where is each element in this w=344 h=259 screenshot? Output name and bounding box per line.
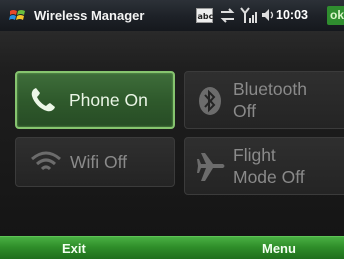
bluetooth-label: Bluetooth Off [233,79,307,121]
flight-mode-toggle-tile[interactable]: Flight Mode Off [184,137,344,195]
volume-icon[interactable] [261,8,275,22]
title-bar: Wireless Manager abc 10:03 ok [0,0,344,31]
svg-text:abc: abc [198,12,214,21]
exit-softkey[interactable]: Exit [62,241,86,256]
menu-softkey[interactable]: Menu [262,241,296,256]
phone-toggle-tile[interactable]: Phone On [15,71,175,129]
softkey-bar: Exit Menu [0,236,344,259]
clock[interactable]: 10:03 [276,8,308,22]
wifi-icon [31,151,61,171]
wifi-toggle-tile[interactable]: Wifi Off [15,137,175,187]
window-title: Wireless Manager [34,8,145,23]
flight-mode-label: Flight Mode Off [233,145,305,187]
data-connection-icon[interactable] [219,8,236,23]
wifi-label: Wifi Off [70,152,128,172]
airplane-icon [197,153,225,181]
input-method-abc-icon[interactable]: abc [196,8,213,23]
windows-logo-icon[interactable] [9,8,26,23]
bluetooth-toggle-tile[interactable]: Bluetooth Off [184,71,344,129]
bluetooth-icon [199,87,221,115]
signal-strength-icon[interactable] [240,7,258,24]
ok-button[interactable]: ok [327,6,344,25]
phone-label: Phone On [69,90,148,110]
phone-icon [31,88,55,112]
wireless-manager-panel: Phone On Bluetooth Off Wifi Off Flight M… [0,31,344,236]
